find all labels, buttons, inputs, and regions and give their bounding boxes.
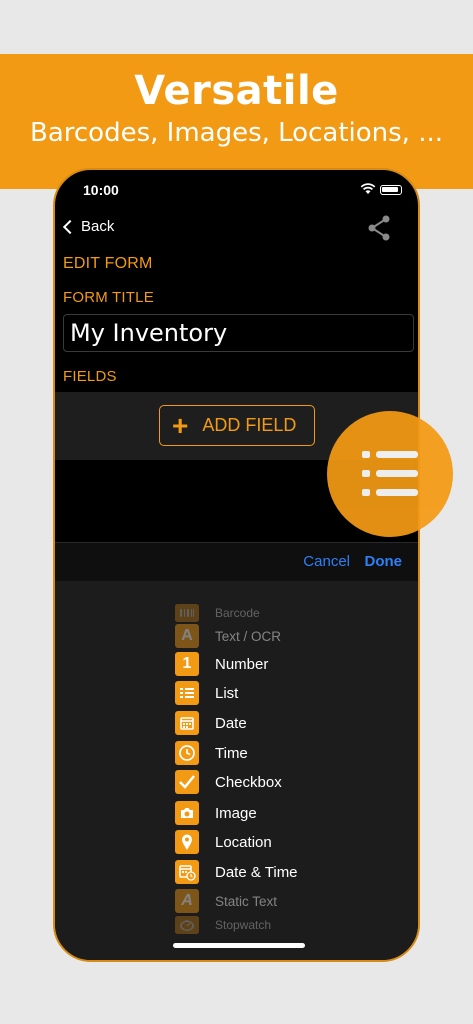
status-bar: 10:00 xyxy=(55,170,418,210)
number-icon: 1 xyxy=(175,652,199,676)
list-menu-fab[interactable] xyxy=(327,411,453,537)
picker-item-label: Date xyxy=(215,714,247,732)
stopwatch-icon xyxy=(175,916,199,934)
picker-item-date-time[interactable]: Date & Time xyxy=(175,860,298,884)
picker-item-label: Date & Time xyxy=(215,863,298,881)
back-button[interactable]: Back xyxy=(62,218,115,235)
picker-item-stopwatch[interactable]: Stopwatch xyxy=(175,913,271,937)
picker-item-label: List xyxy=(215,684,239,702)
picker-item-label: Checkbox xyxy=(215,773,282,791)
picker-item-static-text[interactable]: A Static Text xyxy=(175,889,277,913)
edit-form-heading: EDIT FORM xyxy=(63,255,153,272)
picker-item-label: Number xyxy=(215,655,269,673)
back-label: Back xyxy=(81,218,115,235)
picker-item-label: Image xyxy=(215,804,257,822)
picker-toolbar: Cancel Done xyxy=(55,543,418,581)
static-text-icon: A xyxy=(175,889,199,913)
battery-icon xyxy=(380,185,402,195)
list-icon xyxy=(175,681,199,705)
add-field-button[interactable]: + ADD FIELD xyxy=(159,405,315,446)
phone-screen: 10:00 Back EDIT FORM FORM TITLE My Inven… xyxy=(53,168,420,962)
done-button[interactable]: Done xyxy=(365,553,403,570)
picker-item-location[interactable]: Location xyxy=(175,830,272,854)
camera-icon xyxy=(175,801,199,825)
chevron-left-icon xyxy=(62,219,78,234)
picker-item-label: Time xyxy=(215,744,248,762)
fields-label: FIELDS xyxy=(63,368,117,385)
checkmark-icon xyxy=(175,770,199,794)
text-ocr-icon: A xyxy=(175,624,199,648)
picker-item-barcode[interactable]: Barcode xyxy=(175,601,260,625)
clock-icon xyxy=(175,741,199,765)
location-pin-icon xyxy=(175,830,199,854)
navigation-bar: Back xyxy=(55,210,418,248)
picker-item-image[interactable]: Image xyxy=(175,801,257,825)
picker-item-checkbox[interactable]: Checkbox xyxy=(175,770,282,794)
wifi-icon xyxy=(360,182,376,200)
banner-title: Versatile xyxy=(134,68,339,114)
cancel-button[interactable]: Cancel xyxy=(303,553,350,570)
field-type-picker[interactable]: Barcode A Text / OCR 1 Number List Date xyxy=(55,581,418,960)
picker-item-date[interactable]: Date xyxy=(175,711,247,735)
home-indicator xyxy=(173,943,305,948)
list-icon xyxy=(362,451,418,496)
picker-item-time[interactable]: Time xyxy=(175,741,248,765)
picker-item-label: Text / OCR xyxy=(215,628,282,644)
status-time: 10:00 xyxy=(83,182,119,198)
barcode-icon xyxy=(175,604,199,622)
picker-item-label: Static Text xyxy=(215,893,278,909)
form-title-label: FORM TITLE xyxy=(63,289,154,306)
picker-item-list[interactable]: List xyxy=(175,681,238,705)
picker-item-label: Barcode xyxy=(215,606,260,620)
banner-subtitle: Barcodes, Images, Locations, ... xyxy=(29,118,443,148)
calendar-icon xyxy=(175,711,199,735)
picker-item-label: Stopwatch xyxy=(215,918,272,932)
share-icon[interactable] xyxy=(366,214,392,247)
add-field-label: ADD FIELD xyxy=(202,415,297,435)
calendar-clock-icon xyxy=(175,860,199,884)
form-title-input[interactable]: My Inventory xyxy=(63,314,414,352)
picker-item-number[interactable]: 1 Number xyxy=(175,652,268,676)
plus-icon: + xyxy=(172,409,189,441)
picker-item-label: Location xyxy=(215,833,272,851)
picker-item-text-ocr[interactable]: A Text / OCR xyxy=(175,624,281,648)
